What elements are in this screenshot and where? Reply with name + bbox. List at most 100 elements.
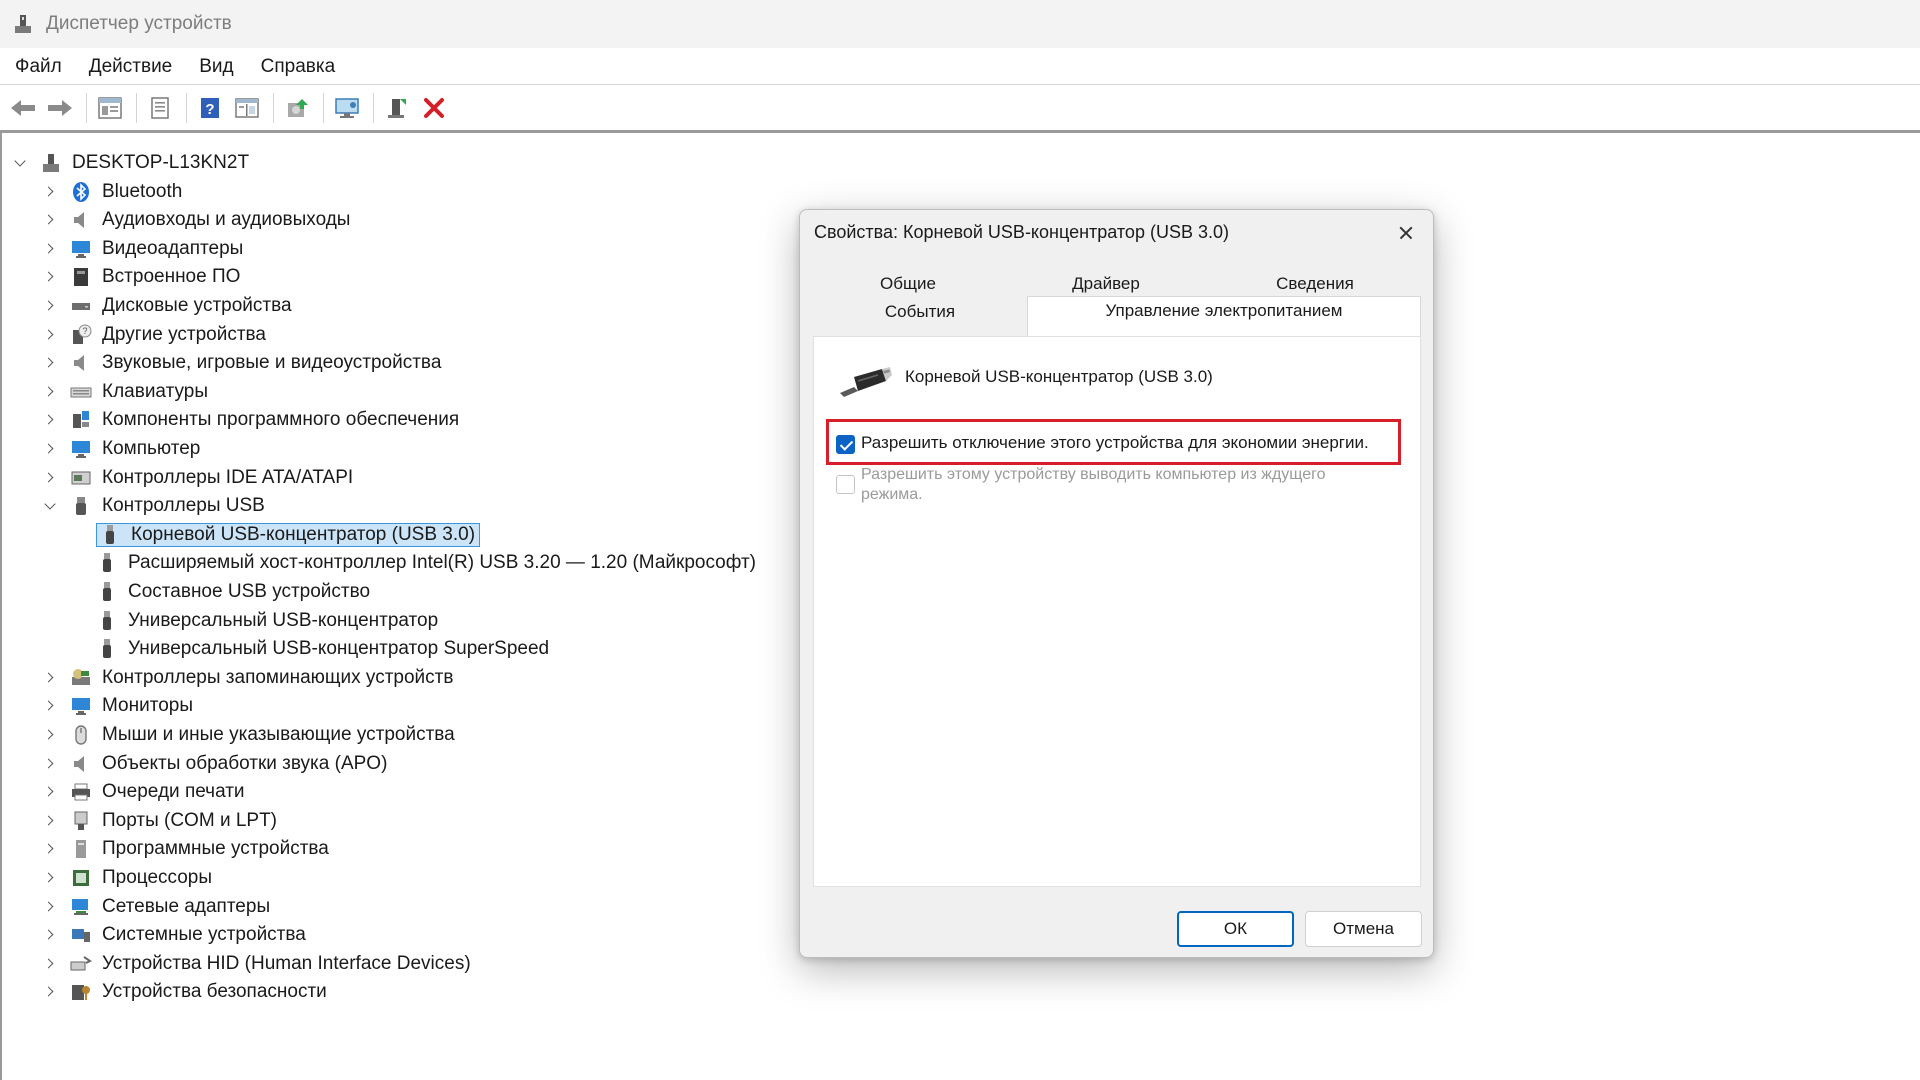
kbd-device-icon <box>70 381 92 403</box>
close-icon[interactable] <box>1391 218 1421 248</box>
chevron-right-icon[interactable] <box>42 870 58 886</box>
forward-icon[interactable] <box>43 91 77 125</box>
device-name: Корневой USB-концентратор (USB 3.0) <box>905 367 1213 386</box>
tree-category-3[interactable]: Встроенное ПО <box>42 263 240 291</box>
tree-category-13[interactable]: Мониторы <box>42 692 193 720</box>
chevron-right-icon[interactable] <box>42 241 58 257</box>
chevron-right-icon[interactable] <box>42 269 58 285</box>
chevron-right-icon[interactable] <box>42 984 58 1000</box>
menu-action[interactable]: Действие <box>80 52 182 82</box>
comp-device-icon <box>70 409 92 431</box>
chevron-right-icon[interactable] <box>42 670 58 686</box>
tree-usb-device-0[interactable]: Корневой USB-концентратор (USB 3.0) <box>96 521 481 549</box>
chevron-right-icon[interactable] <box>42 355 58 371</box>
tree-category-2[interactable]: Видеоадаптеры <box>42 235 243 263</box>
allow-power-off-checkbox[interactable] <box>836 435 855 454</box>
tree-category-5[interactable]: ? Другие устройства <box>42 321 266 349</box>
tree-category-0[interactable]: Bluetooth <box>42 178 182 206</box>
tab-details[interactable]: Сведения <box>1209 270 1421 298</box>
tree-item-label: Составное USB устройство <box>128 581 371 602</box>
tree-category-22[interactable]: Устройства HID (Human Interface Devices) <box>42 950 471 978</box>
chevron-right-icon[interactable] <box>42 899 58 915</box>
allow-power-off-label[interactable]: Разрешить отключение этого устройства дл… <box>861 433 1369 453</box>
tab-general[interactable]: Общие <box>813 270 1003 298</box>
svg-text:?: ? <box>82 326 87 336</box>
usb-plug-icon <box>836 363 892 397</box>
chevron-right-icon[interactable] <box>42 412 58 428</box>
tree-root-computer[interactable]: DESKTOP-L13KN2T <box>12 149 249 177</box>
tree-item-label: Расширяемый хост-контроллер Intel(R) USB… <box>128 552 756 574</box>
tree-category-9[interactable]: Компьютер <box>42 435 200 463</box>
dialog-title: Свойства: Корневой USB-концентратор (USB… <box>814 222 1229 242</box>
console-tree-icon[interactable] <box>93 91 127 125</box>
tab-panel-power-management: Корневой USB-концентратор (USB 3.0) Разр… <box>813 336 1421 887</box>
spk-device-icon <box>70 753 92 775</box>
tree-item-label: Встроенное ПО <box>102 266 241 288</box>
tree-category-23[interactable]: Устройства безопасности <box>42 978 327 1006</box>
tree-category-17[interactable]: Порты (COM и LPT) <box>42 807 277 835</box>
chevron-right-icon[interactable] <box>42 927 58 943</box>
uninstall-icon[interactable] <box>417 91 451 125</box>
tab-power-management[interactable]: Управление электропитанием <box>1027 296 1421 338</box>
tree-item-label: Программные устройства <box>102 838 329 860</box>
scan-hardware-icon[interactable] <box>330 91 364 125</box>
chevron-right-icon[interactable] <box>42 813 58 829</box>
help-icon[interactable]: ? <box>193 91 227 125</box>
chevron-right-icon[interactable] <box>42 298 58 314</box>
chevron-right-icon[interactable] <box>42 327 58 343</box>
tree-category-1[interactable]: Аудиовходы и аудиовыходы <box>42 206 350 234</box>
details-pane-icon[interactable] <box>230 91 264 125</box>
chevron-right-icon[interactable] <box>42 956 58 972</box>
tree-category-4[interactable]: Дисковые устройства <box>42 292 292 320</box>
chevron-right-icon[interactable] <box>42 784 58 800</box>
tree-category-8[interactable]: Компоненты программного обеспечения <box>42 406 459 434</box>
chevron-right-icon[interactable] <box>42 698 58 714</box>
toolbar: ? <box>0 86 1920 130</box>
cancel-button[interactable]: Отмена <box>1305 911 1422 947</box>
add-legacy-icon[interactable] <box>380 91 414 125</box>
device-manager-icon <box>12 13 34 35</box>
chevron-right-icon[interactable] <box>42 441 58 457</box>
chevron-right-icon[interactable] <box>42 756 58 772</box>
cpu-device-icon <box>70 867 92 889</box>
store-device-icon <box>70 667 92 689</box>
mon-device-icon <box>70 238 92 260</box>
chevron-right-icon[interactable] <box>42 727 58 743</box>
tree-category-7[interactable]: Клавиатуры <box>42 378 208 406</box>
tree-category-18[interactable]: Программные устройства <box>42 835 329 863</box>
ok-button[interactable]: ОК <box>1177 911 1294 947</box>
tab-events[interactable]: События <box>813 298 1027 326</box>
tree-category-16[interactable]: Очереди печати <box>42 778 245 806</box>
chevron-right-icon[interactable] <box>42 841 58 857</box>
tree-usb-device-4[interactable]: Универсальный USB-концентратор SuperSpee… <box>96 635 549 663</box>
chevron-right-icon[interactable] <box>42 184 58 200</box>
tree-item-label: Bluetooth <box>102 180 183 202</box>
tree-category-6[interactable]: Звуковые, игровые и видеоустройства <box>42 349 441 377</box>
chevron-right-icon[interactable] <box>42 212 58 228</box>
soft-device-icon <box>70 838 92 860</box>
menu-view[interactable]: Вид <box>190 52 242 82</box>
tree-category-14[interactable]: Мыши и иные указывающие устройства <box>42 721 455 749</box>
back-icon[interactable] <box>6 91 40 125</box>
menu-help[interactable]: Справка <box>252 52 345 82</box>
tree-category-10[interactable]: Контроллеры IDE ATA/ATAPI <box>42 464 353 492</box>
tree-usb-device-3[interactable]: Универсальный USB-концентратор <box>96 607 438 635</box>
properties-icon[interactable] <box>143 91 177 125</box>
tree-usb-device-1[interactable]: Расширяемый хост-контроллер Intel(R) USB… <box>96 549 756 577</box>
tree-category-12[interactable]: Контроллеры запоминающих устройств <box>42 664 453 692</box>
tree-item-label: DESKTOP-L13KN2T <box>72 152 250 173</box>
chevron-right-icon[interactable] <box>42 470 58 486</box>
tree-category-19[interactable]: Процессоры <box>42 864 212 892</box>
chevron-down-icon[interactable] <box>42 498 58 514</box>
tab-driver[interactable]: Драйвер <box>1003 270 1209 298</box>
chevron-down-icon[interactable] <box>12 155 28 171</box>
chevron-right-icon[interactable] <box>42 384 58 400</box>
menu-file[interactable]: Файл <box>6 52 71 82</box>
tree-category-20[interactable]: Сетевые адаптеры <box>42 893 270 921</box>
tree-category-15[interactable]: Объекты обработки звука (APO) <box>42 750 387 778</box>
tree-usb-device-2[interactable]: Составное USB устройство <box>96 578 370 606</box>
update-driver-icon[interactable] <box>280 91 314 125</box>
tree-category-11[interactable]: Контроллеры USB <box>42 492 265 520</box>
tree-category-21[interactable]: Системные устройства <box>42 921 306 949</box>
usb-device-icon <box>96 610 118 632</box>
